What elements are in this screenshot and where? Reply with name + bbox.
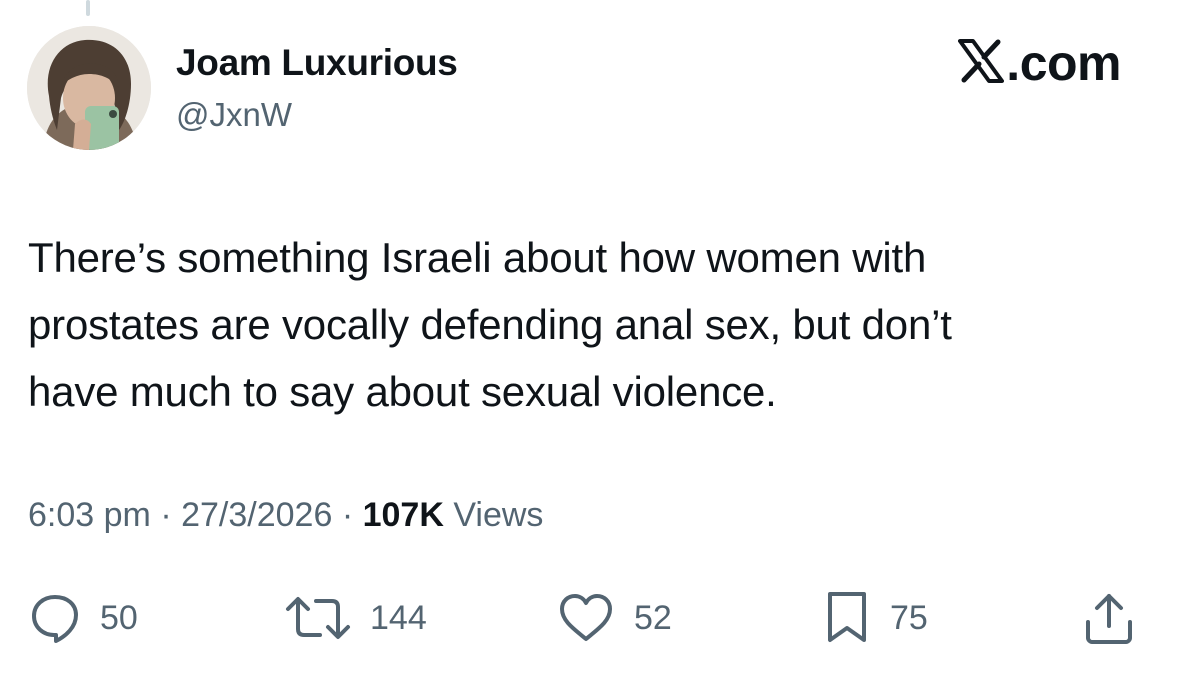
brand-watermark: .com	[958, 34, 1121, 92]
reply-count: 50	[100, 598, 138, 637]
meta-separator: ·	[160, 496, 172, 534]
bookmark-button[interactable]: 75	[822, 586, 928, 650]
avatar[interactable]	[27, 26, 151, 150]
heart-icon	[556, 591, 616, 645]
x-logo-icon	[958, 38, 1005, 88]
author-display-name[interactable]: Joam Luxurious	[176, 42, 458, 84]
like-count: 52	[634, 598, 672, 637]
retweet-icon	[284, 591, 352, 645]
tweet-body: There’s something Israeli about how wome…	[28, 224, 1138, 425]
tweet-line: prostates are vocally defending anal sex…	[28, 301, 952, 348]
tweet-date[interactable]: 27/3/2026	[181, 496, 332, 534]
bookmark-count: 75	[890, 598, 928, 637]
share-icon	[1082, 590, 1136, 646]
views-label: Views	[453, 496, 544, 534]
reply-button[interactable]: 50	[28, 586, 138, 650]
action-bar: 50 144 52 75	[0, 586, 1179, 650]
retweet-count: 144	[370, 598, 427, 637]
tweet-time[interactable]: 6:03 pm	[28, 496, 151, 534]
meta-separator: ·	[341, 496, 354, 534]
thread-connector-line	[86, 0, 90, 16]
tweet-meta: 6:03 pm · 27/3/2026 · 107K Views	[28, 496, 543, 535]
author-handle[interactable]: @JxnW	[176, 96, 292, 134]
share-button[interactable]	[1082, 586, 1136, 650]
retweet-button[interactable]: 144	[284, 586, 427, 650]
brand-domain-text: .com	[1006, 35, 1121, 91]
reply-icon	[28, 591, 82, 645]
tweet-line: have much to say about sexual violence.	[28, 368, 777, 415]
tweet-line: There’s something Israeli about how wome…	[28, 234, 927, 281]
avatar-photo	[27, 26, 151, 150]
like-button[interactable]: 52	[556, 586, 672, 650]
bookmark-icon	[822, 590, 872, 646]
views-count: 107K	[362, 496, 444, 534]
